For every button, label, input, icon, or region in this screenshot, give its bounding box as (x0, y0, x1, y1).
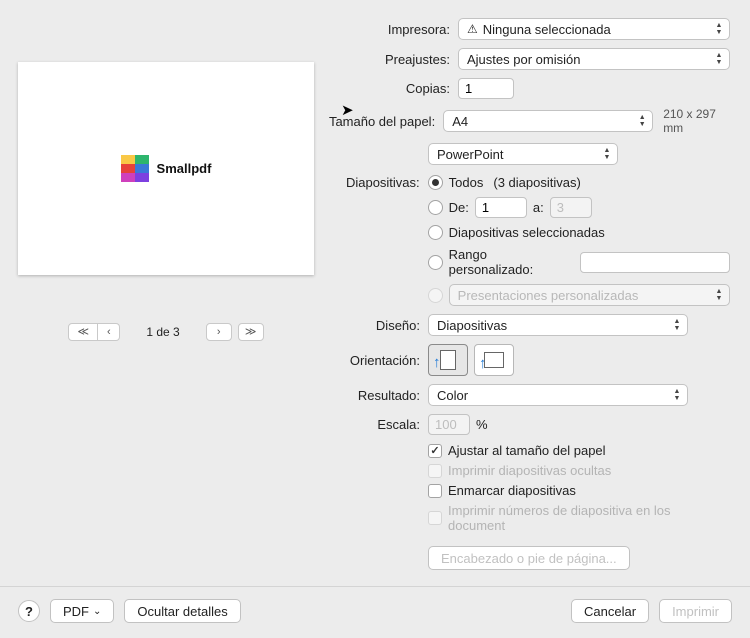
check-fit-paper-label: Ajustar al tamaño del papel (448, 443, 606, 458)
layout-select[interactable]: Diapositivas ▲▼ (428, 314, 688, 336)
warning-icon: ⚠︎ (467, 22, 478, 36)
scale-label: Escala: (328, 417, 428, 432)
chevron-down-icon: ⌄ (93, 606, 101, 617)
paper-size-value: A4 (452, 114, 468, 129)
radio-from-label: De: (449, 200, 469, 215)
radio-selected[interactable] (428, 225, 443, 240)
radio-custom-range[interactable] (428, 255, 443, 270)
check-frame-slides-label: Enmarcar diapositivas (448, 483, 576, 498)
radio-selected-label: Diapositivas seleccionadas (449, 225, 605, 240)
paper-size-select[interactable]: A4 ▲▼ (443, 110, 653, 132)
bottom-bar: ? PDF ⌄ Ocultar detalles Cancelar Imprim… (0, 584, 750, 638)
cancel-button[interactable]: Cancelar (571, 599, 649, 623)
to-input[interactable] (550, 197, 592, 218)
help-button[interactable]: ? (18, 600, 40, 622)
check-hidden-slides-label: Imprimir diapositivas ocultas (448, 463, 611, 478)
header-footer-button: Encabezado o pie de página... (428, 546, 630, 570)
from-input[interactable] (475, 197, 527, 218)
chevron-updown-icon: ▲▼ (713, 288, 725, 302)
slides-radio-group: Todos (3 diapositivas) De: a: Diapositiv… (428, 175, 730, 306)
preview-pager: ≪ ‹ 1 de 3 › ≫ (18, 323, 314, 341)
pdf-menu-button[interactable]: PDF ⌄ (50, 599, 114, 623)
pager-label: 1 de 3 (146, 325, 179, 339)
presets-label: Preajustes: (328, 52, 458, 67)
printer-label: Impresora: (328, 22, 458, 37)
copies-input[interactable] (458, 78, 514, 99)
orientation-label: Orientación: (328, 353, 428, 368)
chevron-updown-icon: ▲▼ (671, 388, 683, 402)
radio-from[interactable] (428, 200, 443, 215)
smallpdf-logo-icon (121, 155, 149, 183)
check-slide-numbers-label: Imprimir números de diapositiva en los d… (448, 503, 730, 533)
check-hidden-slides (428, 464, 442, 478)
radio-custom-range-label: Rango personalizado: (449, 247, 574, 277)
print-dialog: Smallpdf ≪ ‹ 1 de 3 › ≫ Impresora: ⚠︎ Ni… (0, 0, 750, 638)
hide-details-button[interactable]: Ocultar detalles (124, 599, 240, 623)
output-value: Color (437, 388, 468, 403)
check-frame-slides[interactable] (428, 484, 442, 498)
printer-select[interactable]: ⚠︎ Ninguna seleccionada ▲▼ (458, 18, 730, 40)
scale-input (428, 414, 470, 435)
copies-label: Copias: (328, 81, 458, 96)
radio-all-count: (3 diapositivas) (493, 175, 580, 190)
orientation-portrait-button[interactable]: ↑ (428, 344, 468, 376)
check-fit-paper[interactable] (428, 444, 442, 458)
radio-to-label: a: (533, 200, 544, 215)
presets-value: Ajustes por omisión (467, 52, 580, 67)
chevron-updown-icon: ▲▼ (713, 52, 725, 66)
preview-slide-content: Smallpdf (121, 155, 212, 183)
layout-label: Diseño: (328, 318, 428, 333)
dialog-body: Smallpdf ≪ ‹ 1 de 3 › ≫ Impresora: ⚠︎ Ni… (0, 0, 750, 570)
custom-shows-select: Presentaciones personalizadas ▲▼ (449, 284, 730, 306)
page-portrait-icon (440, 350, 456, 370)
printer-value: Ninguna seleccionada (483, 22, 611, 37)
radio-custom-shows (428, 288, 443, 303)
print-button: Imprimir (659, 599, 732, 623)
pager-first-button[interactable]: ≪ (68, 323, 98, 341)
custom-shows-value: Presentaciones personalizadas (458, 288, 639, 303)
chevron-updown-icon: ▲▼ (601, 147, 613, 161)
pager-prev-button[interactable]: ‹ (98, 323, 120, 341)
paper-size-label: Tamaño del papel: (328, 114, 443, 129)
presets-select[interactable]: Ajustes por omisión ▲▼ (458, 48, 730, 70)
page-landscape-icon (484, 352, 504, 368)
chevron-updown-icon: ▲▼ (636, 114, 648, 128)
form-column: Impresora: ⚠︎ Ninguna seleccionada ▲▼ Pr… (328, 18, 734, 570)
scale-percent: % (476, 417, 488, 432)
slides-label: Diapositivas: (328, 175, 428, 190)
custom-range-input[interactable] (580, 252, 730, 273)
app-section-value: PowerPoint (437, 147, 503, 162)
preview-column: Smallpdf ≪ ‹ 1 de 3 › ≫ (18, 18, 328, 570)
output-select[interactable]: Color ▲▼ (428, 384, 688, 406)
radio-all[interactable] (428, 175, 443, 190)
pager-first-prev-group: ≪ ‹ (68, 323, 120, 341)
pager-last-button[interactable]: ≫ (238, 323, 264, 341)
app-section-select[interactable]: PowerPoint ▲▼ (428, 143, 618, 165)
check-slide-numbers (428, 511, 442, 525)
output-label: Resultado: (328, 388, 428, 403)
radio-all-label: Todos (449, 175, 484, 190)
orientation-landscape-button[interactable]: ↑ (474, 344, 514, 376)
print-preview: Smallpdf (18, 62, 314, 275)
layout-value: Diapositivas (437, 318, 507, 333)
paper-dimensions: 210 x 297 mm (663, 107, 730, 135)
chevron-updown-icon: ▲▼ (671, 318, 683, 332)
pager-next-button[interactable]: › (206, 323, 232, 341)
chevron-updown-icon: ▲▼ (713, 22, 725, 36)
preview-brand-text: Smallpdf (157, 161, 212, 176)
